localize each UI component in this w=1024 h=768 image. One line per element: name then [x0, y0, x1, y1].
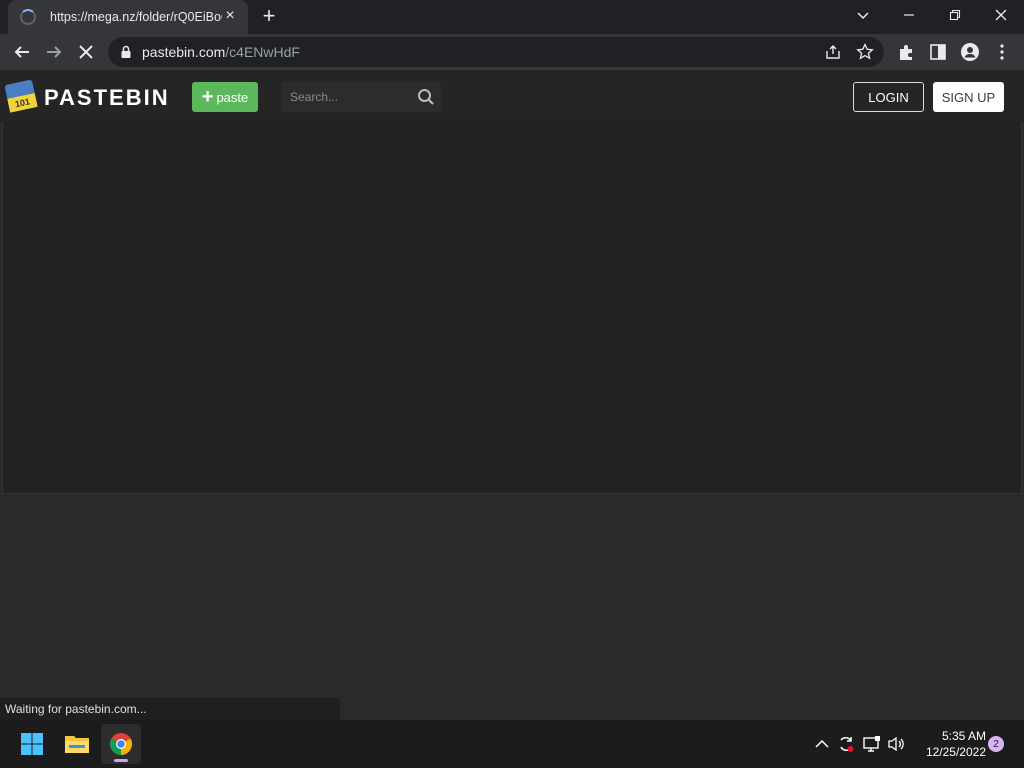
stop-icon: [79, 45, 93, 59]
chrome-icon: [110, 733, 132, 755]
browser-toolbar: pastebin.com/c4ENwHdF: [0, 34, 1024, 70]
network-icon[interactable]: [862, 734, 882, 754]
volume-icon[interactable]: [886, 734, 906, 754]
arrow-left-icon: [14, 46, 29, 58]
url-path: /c4ENwHdF: [225, 44, 300, 60]
clock-time: 5:35 AM: [941, 729, 986, 743]
restore-button[interactable]: [932, 0, 978, 30]
folder-icon: [65, 736, 89, 753]
chrome-taskbar-button[interactable]: [101, 724, 141, 764]
notification-count-badge[interactable]: 2: [988, 736, 1004, 752]
search-icon[interactable]: [417, 88, 435, 106]
stop-loading-button[interactable]: [74, 40, 98, 64]
web-page: 101 PASTEBIN + paste LOGIN SIGN UP: [0, 70, 1024, 720]
close-window-button[interactable]: [978, 0, 1024, 30]
minimize-icon: [904, 14, 914, 16]
system-clock[interactable]: 5:35 AM 12/25/2022: [914, 728, 986, 760]
lock-icon: [121, 45, 131, 58]
more-menu-icon[interactable]: [992, 42, 1012, 62]
back-button[interactable]: [10, 40, 34, 64]
search-input[interactable]: [281, 82, 411, 112]
side-panel-icon[interactable]: [928, 42, 948, 62]
share-icon[interactable]: [824, 43, 842, 61]
new-paste-button[interactable]: + paste: [192, 82, 258, 112]
restore-icon: [949, 9, 961, 21]
signup-button[interactable]: SIGN UP: [933, 82, 1004, 112]
clock-date: 12/25/2022: [925, 745, 986, 759]
show-hidden-icons-chevron-up-icon[interactable]: [812, 734, 832, 754]
tab-title: https://mega.nz/folder/rQ0EiBoC: [50, 10, 222, 24]
close-icon: [995, 9, 1007, 21]
url-domain: pastebin.com: [142, 44, 226, 60]
active-app-indicator: [114, 759, 128, 762]
browser-tab[interactable]: https://mega.nz/folder/rQ0EiBoC ×: [8, 0, 248, 34]
extensions-puzzle-icon[interactable]: [896, 42, 916, 62]
screen: https://mega.nz/folder/rQ0EiBoC × + past…: [0, 0, 1024, 768]
arrow-right-icon: [47, 46, 62, 58]
browser-tab-strip: https://mega.nz/folder/rQ0EiBoC × +: [0, 0, 1024, 34]
file-explorer-button[interactable]: [57, 724, 97, 764]
content-panel: [2, 122, 1022, 494]
paste-button-label: paste: [216, 89, 249, 105]
site-logo-text[interactable]: PASTEBIN: [44, 85, 170, 111]
tab-close-button[interactable]: ×: [222, 8, 238, 24]
bookmark-star-icon[interactable]: [856, 43, 874, 61]
windows-logo-icon: [21, 733, 43, 755]
sync-icon[interactable]: [836, 734, 856, 754]
login-button[interactable]: LOGIN: [853, 82, 924, 112]
pastebin-logo-icon[interactable]: 101: [4, 78, 38, 114]
taskbar: 5:35 AM 12/25/2022 2: [0, 720, 1024, 768]
profile-avatar-icon[interactable]: [960, 42, 980, 62]
new-tab-button[interactable]: +: [258, 5, 280, 28]
address-bar[interactable]: pastebin.com/c4ENwHdF: [108, 37, 884, 67]
tab-search-button[interactable]: [840, 0, 886, 30]
minimize-button[interactable]: [886, 0, 932, 30]
site-header: 101 PASTEBIN + paste LOGIN SIGN UP: [0, 70, 1024, 122]
start-button[interactable]: [12, 724, 52, 764]
search-box: [281, 82, 441, 112]
loading-spinner-icon: [20, 9, 36, 25]
url-text: pastebin.com/c4ENwHdF: [142, 44, 300, 60]
loading-status: Waiting for pastebin.com...: [0, 698, 340, 720]
chevron-down-icon: [857, 12, 869, 20]
plus-icon: +: [201, 86, 214, 108]
forward-button[interactable]: [42, 40, 66, 64]
